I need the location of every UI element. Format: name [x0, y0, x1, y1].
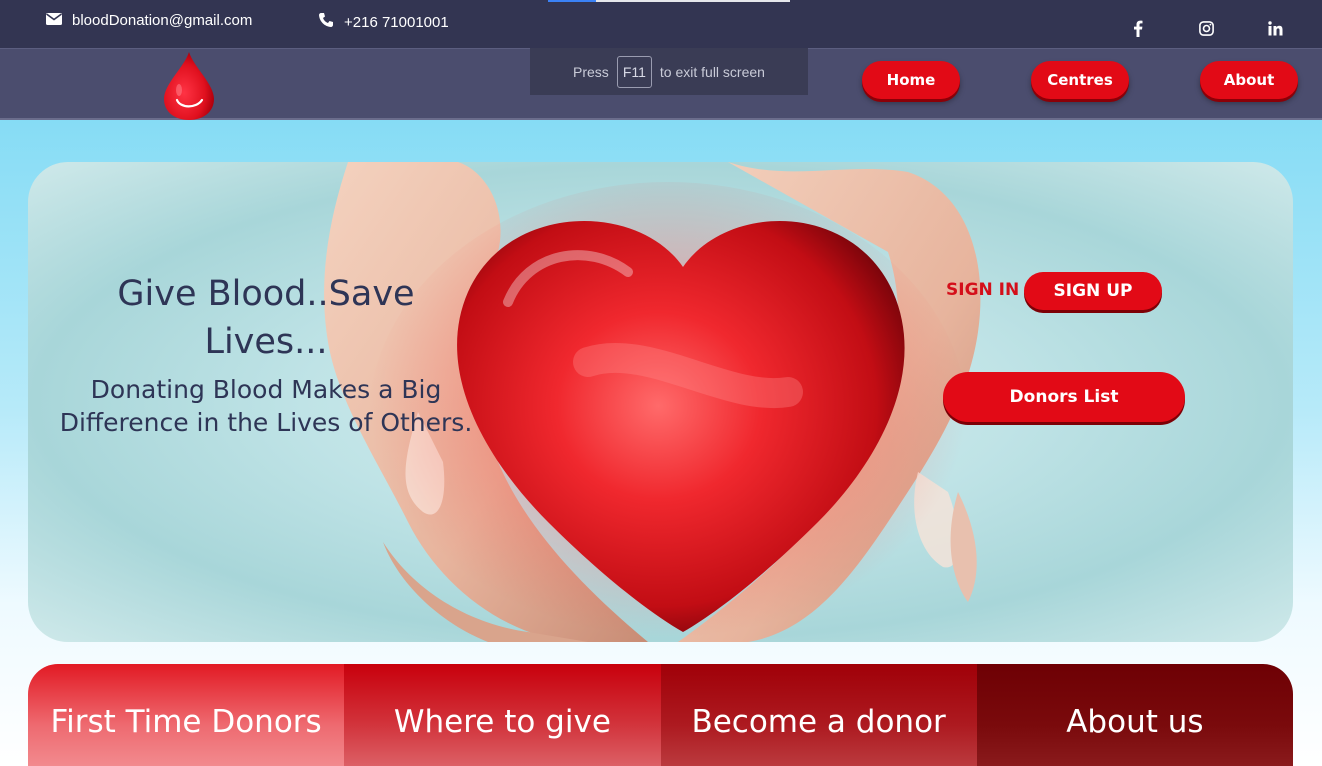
envelope-icon — [46, 12, 62, 29]
fullscreen-press: Press — [573, 63, 609, 80]
email-contact: bloodDonation@gmail.com — [46, 12, 252, 29]
hero-title: Give Blood..Save Lives... — [117, 274, 415, 362]
f11-key: F11 — [616, 55, 652, 88]
sign-in-link[interactable]: SIGN IN — [946, 280, 1019, 300]
facebook-icon[interactable] — [1128, 18, 1148, 38]
card-become-a-donor[interactable]: Become a donor — [660, 664, 977, 766]
browser-strip — [548, 0, 596, 2]
card-where-to-give[interactable]: Where to give — [344, 664, 661, 766]
nav-home-button[interactable]: Home — [862, 61, 960, 99]
fullscreen-rest: to exit full screen — [659, 63, 765, 80]
instagram-icon[interactable] — [1196, 18, 1216, 38]
email-text: bloodDonation@gmail.com — [72, 12, 253, 29]
card-about-us[interactable]: About us — [976, 664, 1293, 766]
top-contact-bar: bloodDonation@gmail.com +216 71001001 — [0, 0, 1322, 48]
phone-text: +216 71001001 — [344, 13, 449, 31]
phone-icon — [318, 12, 334, 32]
linkedin-icon[interactable] — [1265, 18, 1285, 38]
sign-up-button[interactable]: SIGN UP — [1024, 272, 1162, 310]
donors-list-button[interactable]: Donors List — [943, 372, 1185, 422]
phone-contact: +216 71001001 — [318, 12, 449, 32]
info-cards: First Time Donors Where to give Become a… — [28, 664, 1293, 766]
nav-about-button[interactable]: About — [1200, 61, 1298, 99]
blood-drop-logo[interactable] — [160, 52, 218, 122]
browser-strip-light — [596, 0, 790, 2]
card-first-time-donors[interactable]: First Time Donors — [28, 664, 345, 766]
nav-centres-button[interactable]: Centres — [1031, 61, 1129, 99]
fullscreen-notice: Press F11 to exit full screen — [530, 48, 808, 95]
hero-subtitle: Donating Blood Makes a Big Difference in… — [59, 375, 473, 437]
